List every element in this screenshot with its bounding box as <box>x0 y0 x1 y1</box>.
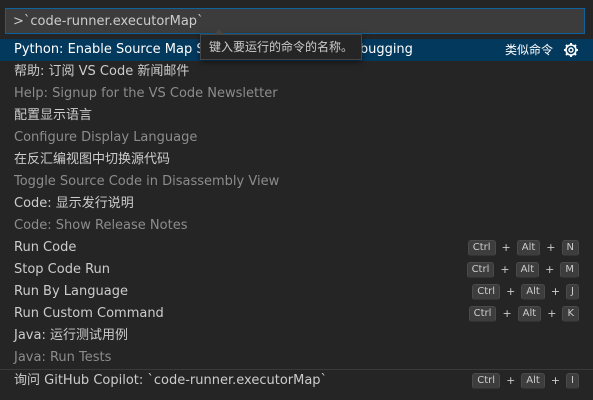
key-cap: Alt <box>517 306 542 322</box>
command-item-run-custom-command[interactable]: Run Custom Command Ctrl + Alt + K <box>0 303 593 325</box>
keybinding: Ctrl + Alt + M <box>466 259 579 281</box>
key-cap: Ctrl <box>466 262 495 278</box>
key-cap: Alt <box>521 284 545 300</box>
keybinding: Ctrl + Alt + K <box>468 303 579 325</box>
key-cap: Alt <box>516 240 541 256</box>
input-hint-tooltip: 键入要运行的命令的名称。 <box>200 29 363 60</box>
command-label: Java: 运行测试用例 <box>14 328 128 343</box>
command-label: 在反汇编视图中切换源代码 <box>14 152 171 167</box>
command-item-java-run-tests[interactable]: Java: 运行测试用例 Java: Run Tests <box>0 325 593 369</box>
command-input-box[interactable] <box>5 8 585 34</box>
command-detail: Code: Show Release Notes <box>14 218 188 233</box>
keybinding: Ctrl + Alt + I <box>472 370 579 392</box>
key-cap: Ctrl <box>468 306 497 322</box>
command-item-run-code[interactable]: Run Code Ctrl + Alt + N <box>0 237 593 259</box>
key-cap: M <box>560 262 579 278</box>
key-cap: Alt <box>521 373 545 389</box>
command-search-input[interactable] <box>6 9 584 33</box>
command-item-ask-copilot[interactable]: 询问 GitHub Copilot: `code-runner.executor… <box>0 370 593 392</box>
key-cap: Ctrl <box>472 373 501 389</box>
key-cap: Ctrl <box>467 240 496 256</box>
command-detail: Help: Signup for the VS Code Newsletter <box>14 86 278 101</box>
command-actions: 类似命令 <box>505 39 579 61</box>
key-cap: Alt <box>515 262 540 278</box>
command-detail: Toggle Source Code in Disassembly View <box>14 174 280 189</box>
keybinding: Ctrl + Alt + J <box>472 281 579 303</box>
command-detail: Configure Display Language <box>14 130 198 145</box>
command-palette: Python: Enable Source Map Support for Ex… <box>0 0 593 400</box>
key-cap: J <box>566 284 579 300</box>
key-cap: N <box>561 240 579 256</box>
keybinding: Ctrl + Alt + N <box>467 237 579 259</box>
key-cap: I <box>566 373 579 389</box>
command-item-run-by-language[interactable]: Run By Language Ctrl + Alt + J <box>0 281 593 303</box>
command-detail: Java: Run Tests <box>14 350 112 365</box>
command-label: 帮助: 订阅 VS Code 新闻邮件 <box>14 64 190 79</box>
command-item-newsletter[interactable]: 帮助: 订阅 VS Code 新闻邮件 Help: Signup for the… <box>0 61 593 105</box>
key-cap: Ctrl <box>472 284 501 300</box>
command-item-release-notes[interactable]: Code: 显示发行说明 Code: Show Release Notes <box>0 193 593 237</box>
command-item-display-language[interactable]: 配置显示语言 Configure Display Language <box>0 105 593 149</box>
gear-icon[interactable] <box>563 42 579 58</box>
command-item-stop-code-run[interactable]: Stop Code Run Ctrl + Alt + M <box>0 259 593 281</box>
command-item-toggle-disassembly[interactable]: 在反汇编视图中切换源代码 Toggle Source Code in Disas… <box>0 149 593 193</box>
key-cap: K <box>562 306 579 322</box>
command-list: Python: Enable Source Map Support for Ex… <box>0 39 593 392</box>
similar-commands-link[interactable]: 类似命令 <box>505 39 553 61</box>
command-label: Code: 显示发行说明 <box>14 196 134 211</box>
command-label: 配置显示语言 <box>14 108 93 123</box>
